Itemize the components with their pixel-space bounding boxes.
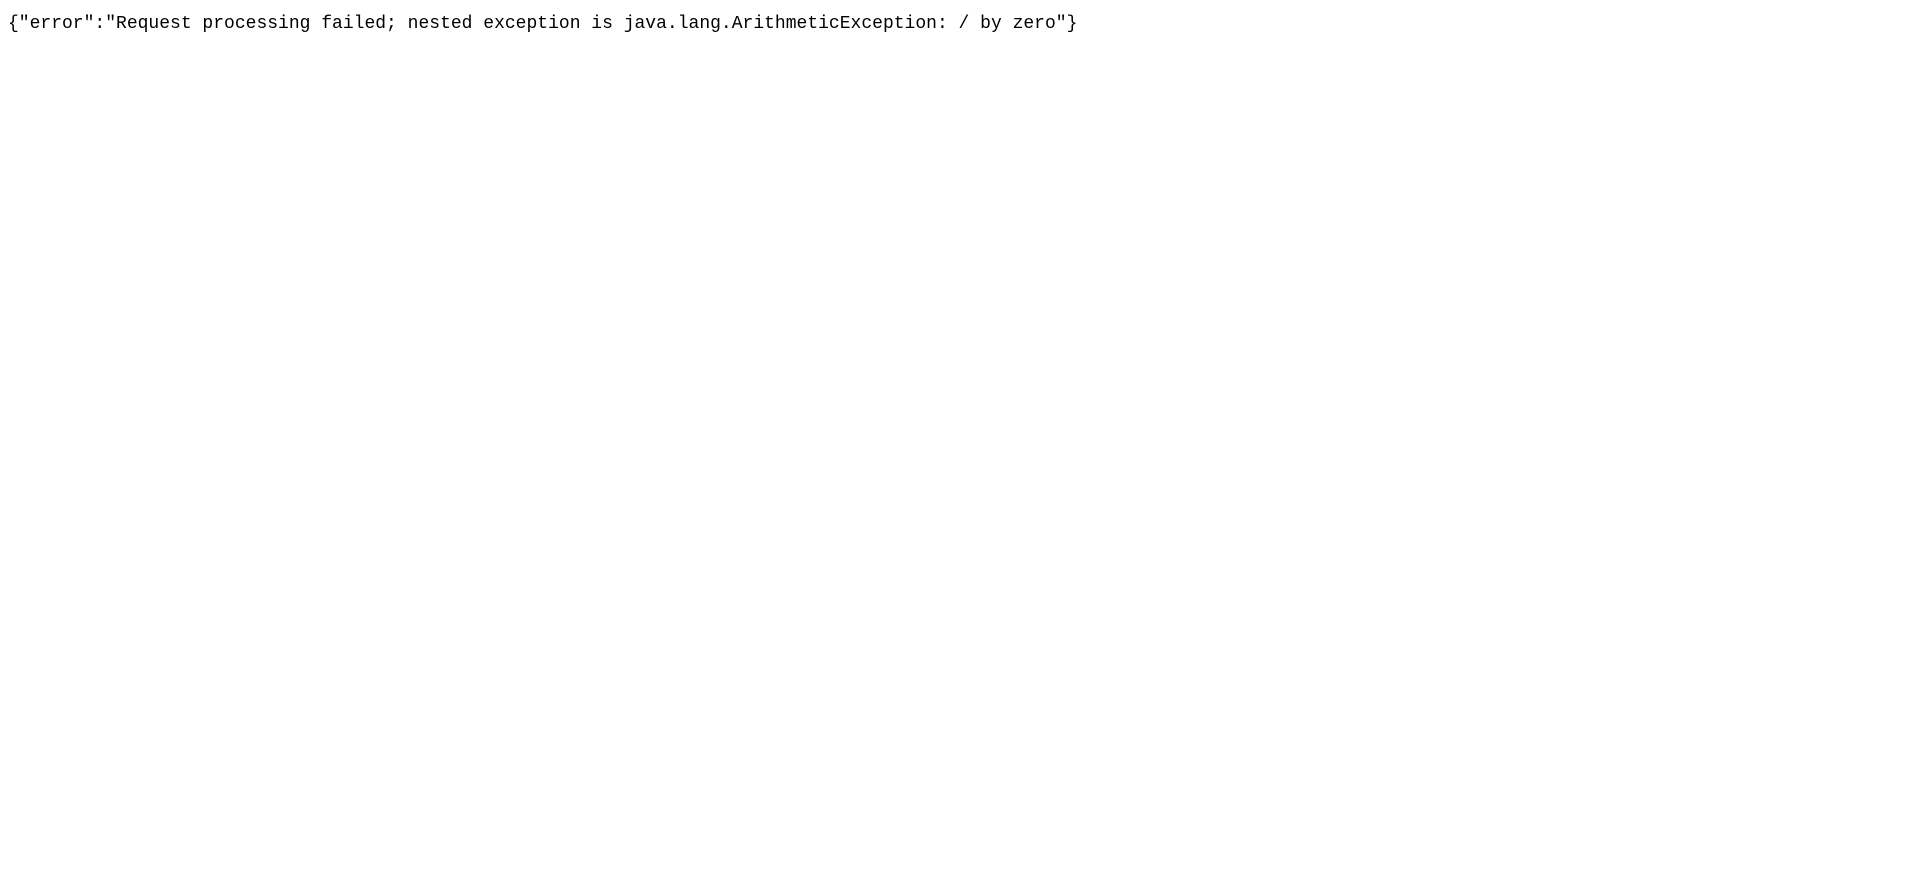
json-error-text: {"error":"Request processing failed; nes… (0, 0, 1909, 49)
